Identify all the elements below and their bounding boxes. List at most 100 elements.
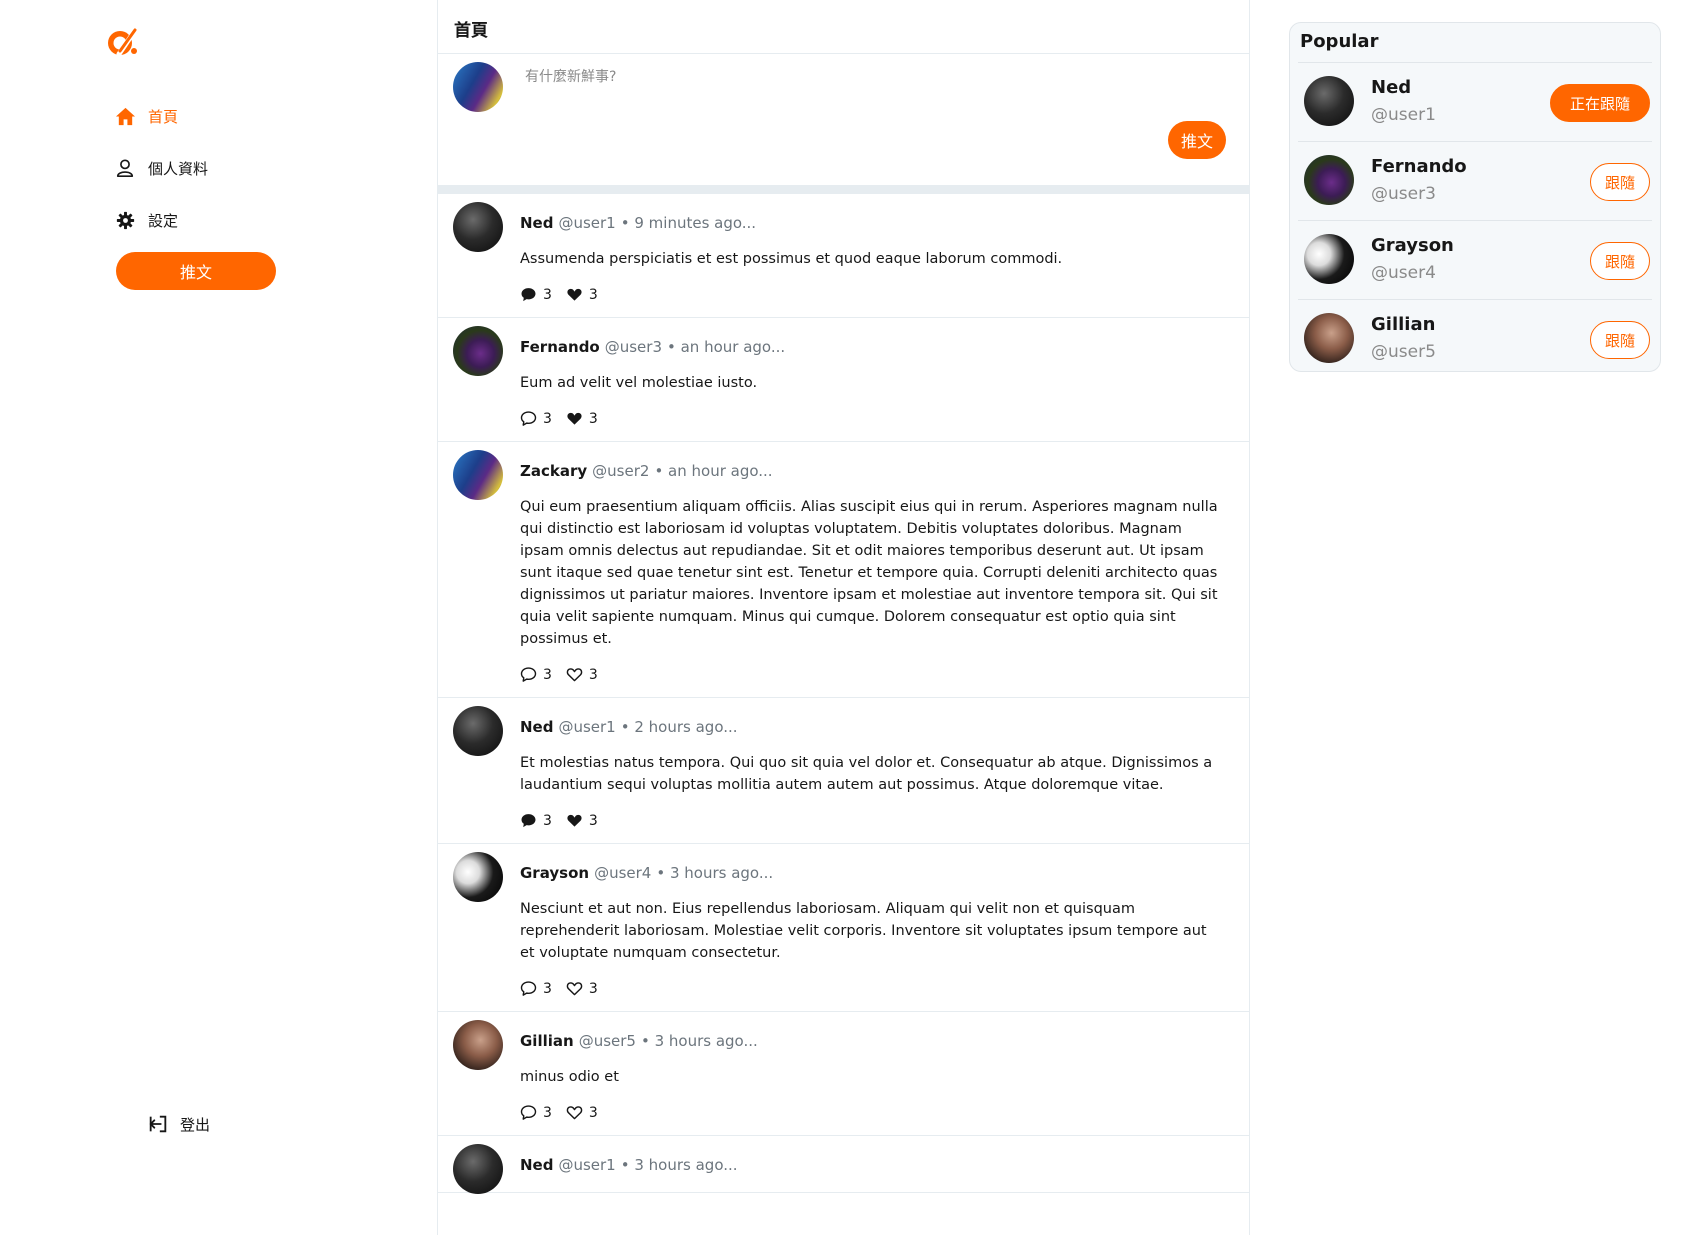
tweet-header: Grayson @user4 • 3 hours ago... [520,864,1225,882]
tweet-actions: 3 3 [520,662,1225,683]
tweet-list: Ned @user1 • 9 minutes ago... Assumenda … [438,194,1249,1194]
tweet-item[interactable]: Ned @user1 • 2 hours ago... Et molestias… [438,698,1249,844]
like-count: 3 [588,667,598,683]
main-timeline: 首頁 有什麼新鮮事? 推文 Ned @user1 • 9 minutes ago… [437,0,1250,1235]
tweet-author-name[interactable]: Fernando [520,338,600,356]
like-button[interactable]: 3 [566,1100,598,1121]
reply-button[interactable]: 3 [520,662,552,683]
heart-icon [566,1104,589,1121]
like-button[interactable]: 3 [566,282,598,303]
tweet-actions: 3 3 [520,406,1225,427]
avatar[interactable] [1304,76,1354,126]
tweet-time: • 3 hours ago... [620,1156,738,1174]
tweet-author-handle: @user5 [578,1032,636,1050]
reply-button[interactable]: 3 [520,808,552,829]
nav-item-profile[interactable]: 個人資料 [114,142,208,194]
sidebar: 首頁 個人資料 設定 推文 登出 [0,0,437,1235]
page-title: 首頁 [438,0,1249,54]
reply-button[interactable]: 3 [520,1100,552,1121]
popular-user-handle: @user3 [1371,184,1436,204]
popular-user: Gillian @user5 跟隨 [1298,300,1652,371]
following-button[interactable]: 正在跟隨 [1550,84,1650,122]
like-button[interactable]: 3 [566,976,598,997]
avatar[interactable] [1304,234,1354,284]
tweet-time: • 9 minutes ago... [620,214,757,232]
tweet-item[interactable]: Ned @user1 • 3 hours ago... [438,1136,1249,1194]
follow-button[interactable]: 跟隨 [1590,163,1650,201]
avatar[interactable] [453,202,503,252]
nav-item-home[interactable]: 首頁 [114,90,208,142]
gear-icon [114,209,136,231]
nav-item-settings[interactable]: 設定 [114,194,208,246]
reply-button[interactable]: 3 [520,976,552,997]
tweet-actions: 3 3 [520,1100,1225,1121]
sidebar-tweet-button[interactable]: 推文 [116,252,276,290]
tweet-header: Fernando @user3 • an hour ago... [520,338,1225,356]
comment-icon [520,980,543,997]
tweet-author-name[interactable]: Zackary [520,462,587,480]
tweet-item[interactable]: Zackary @user2 • an hour ago... Qui eum … [438,442,1249,698]
reply-count: 3 [543,813,552,829]
tweet-header: Zackary @user2 • an hour ago... [520,462,1225,480]
logout-label: 登出 [180,1115,211,1134]
reply-count: 3 [543,411,552,427]
tweet-author-handle: @user1 [558,214,616,232]
reply-count: 3 [543,1105,552,1121]
heart-filled-icon [566,286,589,303]
tweet-author-handle: @user2 [592,462,650,480]
comment-icon [520,666,543,683]
popular-user-name[interactable]: Ned [1371,77,1411,98]
tweet-author-name[interactable]: Grayson [520,864,589,882]
avatar[interactable] [453,326,503,376]
like-button[interactable]: 3 [566,808,598,829]
popular-user-name[interactable]: Grayson [1371,235,1454,256]
avatar[interactable] [1304,155,1354,205]
popular-list: Ned @user1 正在跟隨 Fernando @user3 跟隨 Grays… [1290,63,1660,371]
popular-user: Ned @user1 正在跟隨 [1298,63,1652,142]
tweet-time: • 3 hours ago... [656,864,774,882]
tweet-actions: 3 3 [520,976,1225,997]
like-count: 3 [588,981,598,997]
tweet-composer: 有什麼新鮮事? 推文 [438,54,1249,185]
reply-count: 3 [543,667,552,683]
avatar[interactable] [453,450,503,500]
like-button[interactable]: 3 [566,662,598,683]
avatar[interactable] [1304,313,1354,363]
comment-icon [520,410,543,427]
tweet-author-handle: @user4 [594,864,652,882]
nav-label-profile: 個人資料 [148,159,209,178]
tweet-time: • 2 hours ago... [620,718,738,736]
tweet-header: Ned @user1 • 3 hours ago... [520,1156,1225,1174]
avatar[interactable] [453,1144,503,1194]
tweet-author-name[interactable]: Gillian [520,1032,574,1050]
popular-user-handle: @user5 [1371,342,1436,362]
tweet-header: Gillian @user5 • 3 hours ago... [520,1032,1225,1050]
composer-tweet-button[interactable]: 推文 [1168,121,1226,159]
main-nav: 首頁 個人資料 設定 [114,90,208,246]
follow-button[interactable]: 跟隨 [1590,242,1650,280]
tweet-item[interactable]: Grayson @user4 • 3 hours ago... Nesciunt… [438,844,1249,1012]
tweet-item[interactable]: Ned @user1 • 9 minutes ago... Assumenda … [438,194,1249,318]
like-button[interactable]: 3 [566,406,598,427]
avatar[interactable] [453,852,503,902]
avatar[interactable] [453,62,503,112]
popular-user: Grayson @user4 跟隨 [1298,221,1652,300]
tweet-item[interactable]: Fernando @user3 • an hour ago... Eum ad … [438,318,1249,442]
home-icon [114,105,136,127]
popular-user-name[interactable]: Gillian [1371,314,1435,335]
logo-icon[interactable] [105,24,139,58]
tweet-header: Ned @user1 • 2 hours ago... [520,718,1225,736]
tweet-text: minus odio et [520,1069,619,1085]
tweet-author-name[interactable]: Ned [520,718,553,736]
tweet-item[interactable]: Gillian @user5 • 3 hours ago... minus od… [438,1012,1249,1136]
logout-button[interactable]: 登出 [146,1112,210,1136]
follow-button[interactable]: 跟隨 [1590,321,1650,359]
avatar[interactable] [453,706,503,756]
avatar[interactable] [453,1020,503,1070]
reply-button[interactable]: 3 [520,282,552,303]
tweet-author-name[interactable]: Ned [520,214,553,232]
reply-button[interactable]: 3 [520,406,552,427]
composer-input[interactable]: 有什麼新鮮事? [525,66,616,86]
tweet-author-name[interactable]: Ned [520,1156,553,1174]
popular-user-name[interactable]: Fernando [1371,156,1467,177]
